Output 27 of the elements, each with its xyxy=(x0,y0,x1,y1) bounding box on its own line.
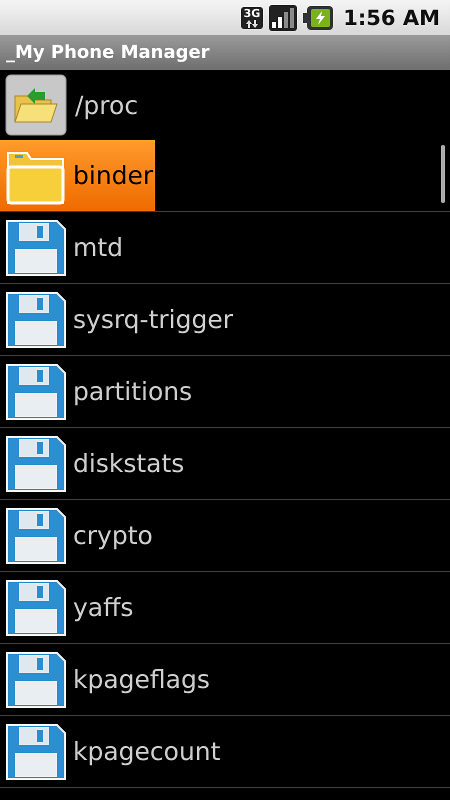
file-list-item[interactable]: crypto xyxy=(0,500,153,571)
file-list-item[interactable]: kpagecount xyxy=(0,716,220,787)
file-name: partitions xyxy=(73,377,192,406)
network-type-icon: 3G xyxy=(240,6,264,28)
file-list-item[interactable]: kpageflags xyxy=(0,644,210,715)
folder-up-icon xyxy=(5,74,67,136)
file-list-item[interactable]: mtd xyxy=(0,212,124,283)
file-name: kpageflags xyxy=(73,665,210,694)
scrollbar xyxy=(441,145,445,203)
file-list-item[interactable]: sysrq-trigger xyxy=(0,284,233,355)
signal-icon xyxy=(269,4,298,30)
file-name: yaffs xyxy=(73,593,134,622)
file-list-item[interactable]: partitions xyxy=(0,356,192,427)
file-list-item[interactable]: binder xyxy=(0,140,156,211)
app-title: _My Phone Manager xyxy=(6,42,210,63)
file-list-item[interactable]: yaffs xyxy=(0,572,134,643)
file-name: mtd xyxy=(73,233,124,262)
file-name: diskstats xyxy=(73,449,184,478)
battery-charging-icon xyxy=(303,6,334,30)
current-path: /proc xyxy=(75,90,138,120)
clock-time: 1:56 AM xyxy=(343,6,440,30)
file-name: binder xyxy=(73,161,154,190)
parent-folder-row[interactable]: /proc xyxy=(0,70,450,140)
file-list-item[interactable]: diskstats xyxy=(0,428,184,499)
file-name: sysrq-trigger xyxy=(73,305,233,334)
file-name: kpagecount xyxy=(73,737,220,766)
file-name: crypto xyxy=(73,521,153,550)
